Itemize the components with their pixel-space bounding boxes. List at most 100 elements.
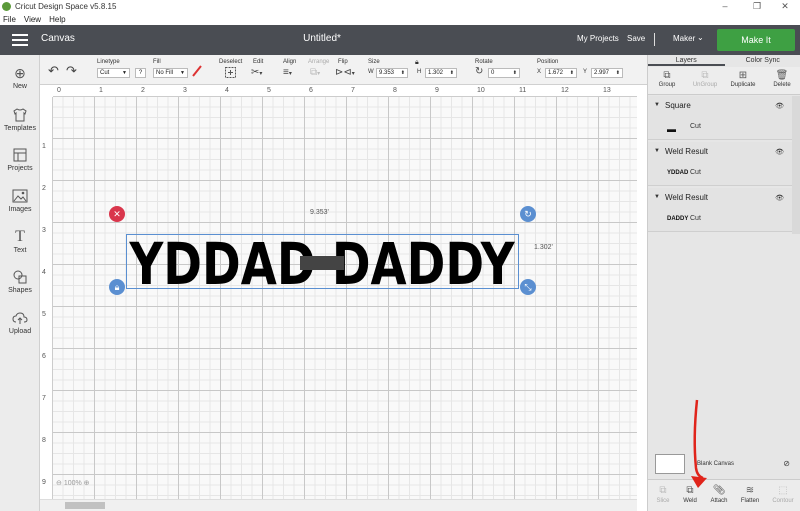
undo-icon[interactable]: ↶ [48,63,59,79]
slice-icon: ⧉ [659,485,667,496]
ruler-tick: 0 [57,87,61,94]
x-label: X [537,69,542,75]
menu-help[interactable]: Help [49,15,65,24]
shapes-button[interactable]: Shapes [0,269,40,294]
make-it-button[interactable]: Make It [717,29,795,51]
attach-label: Attach [710,498,728,504]
weld-label: Weld [683,498,697,504]
flip-icon[interactable]: ⊳⊲▾ [335,67,355,78]
chevron-down-icon[interactable]: ⌄ [697,33,704,42]
height-value: 1.302 [428,70,444,76]
size-label: Size [368,59,380,65]
caret-down-icon[interactable]: ▼ [654,102,660,108]
zoom-control[interactable]: ⊖ 100% ⊕ [56,479,106,493]
deselect-icon[interactable] [225,67,236,81]
spinner-icon: ⬍ [512,70,517,76]
new-button[interactable]: ⊕ New [0,65,40,90]
group-button[interactable]: ⧉ Group [648,70,686,88]
position-label: Position [537,59,559,65]
horizontal-ruler: 0 1 2 3 4 5 6 7 8 9 10 11 12 13 [53,85,637,97]
delete-handle[interactable]: ✕ [109,206,125,222]
width-label: W [368,69,374,75]
y-value: 2.997 [594,70,610,76]
ruler-tick: 8 [393,87,397,94]
linetype-value: Cut [100,70,110,76]
tab-layers[interactable]: Layers [648,55,725,66]
tab-color-sync[interactable]: Color Sync [725,55,800,66]
eye-hidden-icon[interactable]: ⊘ [783,459,790,468]
layer-item[interactable]: ▬ Cut [648,116,792,140]
projects-button[interactable]: Projects [0,147,40,172]
resize-handle[interactable]: ⤡ [520,279,536,295]
eye-icon[interactable]: 👁︎ [775,194,784,202]
my-projects-link[interactable]: My Projects [577,34,619,43]
duplicate-label: Duplicate [730,82,756,88]
edit-scissors-icon[interactable]: ✂▾ [251,67,262,78]
layer-group[interactable]: ▼ Weld Result 👁︎ DADDY Cut [648,188,792,232]
layers-scrollbar[interactable] [792,96,800,234]
linetype-help-button[interactable]: ? [135,68,146,78]
upload-button[interactable]: Upload [0,310,40,335]
maximize-button[interactable]: ❐ [742,0,772,13]
ruler-tick: 12 [561,87,569,94]
fill-color-icon[interactable] [192,65,202,80]
layers-list: ▼ Square 👁︎ ▬ Cut ▼ Weld Result 👁︎ YDDAD… [648,96,792,234]
design-canvas[interactable]: 0 1 2 3 4 5 6 7 8 9 10 11 12 13 1 2 3 4 … [40,85,637,511]
duplicate-button[interactable]: ⊞ Duplicate [724,70,762,88]
caret-down-icon: ▼ [180,70,185,76]
hamburger-menu-icon[interactable] [12,34,28,46]
shirt-icon [12,107,28,123]
horizontal-scrollbar[interactable] [40,499,637,511]
linetype-select[interactable]: Cut ▼ [97,68,130,78]
lock-handle[interactable]: 🔒︎ [109,279,125,295]
scroll-thumb[interactable] [65,502,105,509]
ruler-tick: 5 [42,311,46,318]
blank-canvas-swatch[interactable] [655,454,685,474]
eye-icon[interactable]: 👁︎ [775,148,784,156]
ruler-tick: 6 [42,353,46,360]
menu-file[interactable]: File [3,15,16,24]
layer-operation: Cut [690,215,701,222]
app-header: Canvas Untitled* My Projects Save Maker … [0,25,800,55]
y-input[interactable]: 2.997 ⬍ [591,68,623,78]
rotate-handle[interactable]: ↻ [520,206,536,222]
rotate-input[interactable]: 0 ⬍ [488,68,520,78]
edit-toolbar: ↶ ↷ Linetype Cut ▼ ? Fill No Fill ▼ Desele… [40,55,647,85]
images-button[interactable]: Images [0,188,40,213]
layer-item[interactable]: DADDY Cut [648,208,792,232]
close-window-button[interactable]: ✕ [770,0,800,13]
machine-selector[interactable]: Maker [673,34,695,43]
templates-button[interactable]: Templates [0,107,40,132]
redo-icon[interactable]: ↷ [66,63,77,79]
width-input[interactable]: 9.353 ⬍ [376,68,408,78]
arrange-label: Arrange [308,59,330,65]
layers-panel: Layers Color Sync ⧉ Group ⧉ UnGroup ⊞ Dupli… [647,55,800,511]
linetype-label: Linetype [97,59,120,65]
layer-item[interactable]: YDDAD Cut [648,162,792,186]
flatten-button[interactable]: ≋ Flatten [735,484,765,504]
menu-view[interactable]: View [24,15,41,24]
caret-down-icon[interactable]: ▼ [654,148,660,154]
x-input[interactable]: 1.672 ⬍ [545,68,577,78]
fill-select[interactable]: No Fill ▼ [153,68,188,78]
blank-canvas-row[interactable]: Blank Canvas ⊘ [648,450,800,477]
height-input[interactable]: 1.302 ⬍ [425,68,457,78]
save-button[interactable]: Save [627,34,645,43]
layer-thumbnail: YDDAD [667,170,689,176]
ruler-tick: 7 [351,87,355,94]
ruler-tick: 6 [309,87,313,94]
lock-ratio-icon[interactable]: 🔒︎ [415,59,419,67]
minimize-button[interactable]: – [710,0,740,13]
eye-icon[interactable]: 👁︎ [775,102,784,110]
delete-button[interactable]: 🗑︎ Delete [763,70,800,88]
layer-group[interactable]: ▼ Weld Result 👁︎ YDDAD Cut [648,142,792,186]
document-title[interactable]: Untitled* [300,33,344,44]
align-icon[interactable]: ≡▾ [283,67,292,78]
caret-down-icon[interactable]: ▼ [654,194,660,200]
ruler-tick: 7 [42,395,46,402]
ruler-tick: 13 [603,87,611,94]
text-button[interactable]: T Text [0,229,40,255]
layer-group[interactable]: ▼ Square 👁︎ ▬ Cut [648,96,792,140]
layer-actions-bar: ⧉ Group ⧉ UnGroup ⊞ Duplicate 🗑︎ Delete [648,67,800,95]
delete-label: Delete [773,82,791,88]
